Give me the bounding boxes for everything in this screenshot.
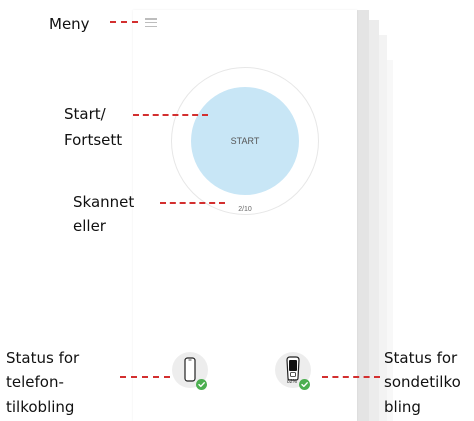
callout-line-probe-status — [322, 376, 380, 378]
check-circle-icon — [196, 379, 207, 390]
hamburger-menu-icon[interactable] — [145, 18, 157, 28]
callout-menu: Meny — [49, 15, 90, 33]
callout-phone-status-line2: telefon- — [6, 373, 64, 391]
probe-battery-level: 82% — [286, 379, 297, 385]
scan-counter: 2/10 — [238, 206, 252, 213]
callout-probe-status-line3: bling — [384, 398, 421, 416]
phone-screen: START 2/10 82% — [133, 10, 357, 421]
callout-phone-status-line3: tilkobling — [6, 398, 75, 416]
callout-line-phone-status — [120, 376, 170, 378]
callout-probe-status-line1: Status for — [384, 349, 458, 367]
callout-scanned-line2: eller — [73, 217, 106, 235]
start-button[interactable]: START — [191, 87, 299, 195]
callout-line-start — [133, 114, 208, 116]
callout-start-line2: Fortsett — [64, 131, 123, 149]
callout-line-menu — [110, 21, 138, 23]
callout-scanned-line1: Skannet — [73, 193, 135, 211]
callout-start-line1: Start/ — [64, 105, 106, 123]
callout-probe-status-line2: sondetilko — [384, 373, 461, 391]
callout-line-scanned — [160, 202, 225, 204]
phone-connection-status[interactable] — [172, 352, 208, 390]
callout-phone-status-line1: Status for — [6, 349, 80, 367]
